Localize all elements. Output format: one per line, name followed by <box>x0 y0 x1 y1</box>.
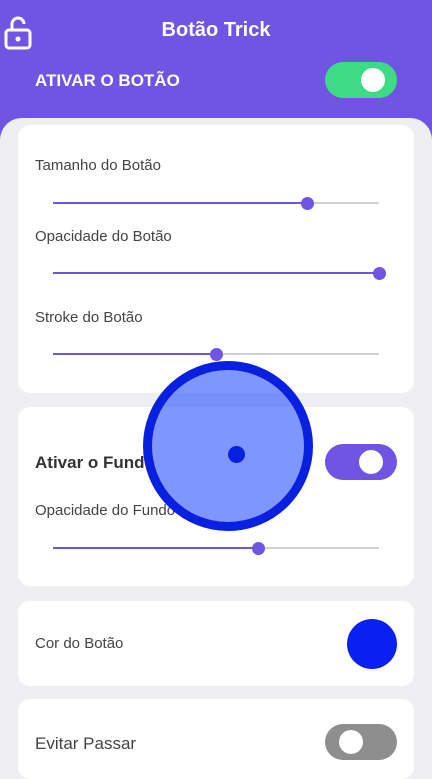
slider-fill <box>53 272 379 274</box>
app-title: Botão Trick <box>161 19 271 41</box>
switch-knob <box>339 730 363 754</box>
size-label: Tamanho do Botão <box>35 157 161 174</box>
floating-button-center-dot <box>228 446 245 463</box>
enable-background-label: Ativar o Fundo <box>35 453 155 472</box>
switch-knob <box>359 450 383 474</box>
background-opacity-slider[interactable] <box>53 541 379 555</box>
opacity-label: Opacidade do Botão <box>35 228 172 245</box>
slider-fill <box>53 202 308 204</box>
slider-thumb[interactable] <box>210 348 223 361</box>
switch-knob <box>361 68 385 92</box>
slider-fill <box>53 353 216 355</box>
activate-button-label: ATIVAR O BOTÃO <box>35 71 180 90</box>
button-color-label: Cor do Botão <box>35 635 124 652</box>
slider-thumb[interactable] <box>373 267 386 280</box>
opacity-slider[interactable] <box>53 266 386 280</box>
enable-background-switch[interactable] <box>325 444 397 480</box>
slider-thumb[interactable] <box>301 197 315 210</box>
button-color-card: Cor do Botão <box>18 601 414 686</box>
slider-fill <box>53 547 259 549</box>
button-color-swatch[interactable] <box>347 619 397 669</box>
stroke-label: Stroke do Botão <box>35 309 143 326</box>
avoid-passing-label: Evitar Passar <box>35 734 137 753</box>
avoid-passing-card: Evitar Passar <box>18 699 414 779</box>
activate-button-switch[interactable] <box>325 62 397 98</box>
avoid-passing-switch[interactable] <box>325 724 397 760</box>
stroke-slider[interactable] <box>53 347 379 361</box>
background-opacity-label: Opacidade do Fundo <box>35 502 176 519</box>
slider-thumb[interactable] <box>252 542 266 555</box>
size-slider[interactable] <box>53 196 379 210</box>
floating-button-preview[interactable] <box>143 361 313 531</box>
